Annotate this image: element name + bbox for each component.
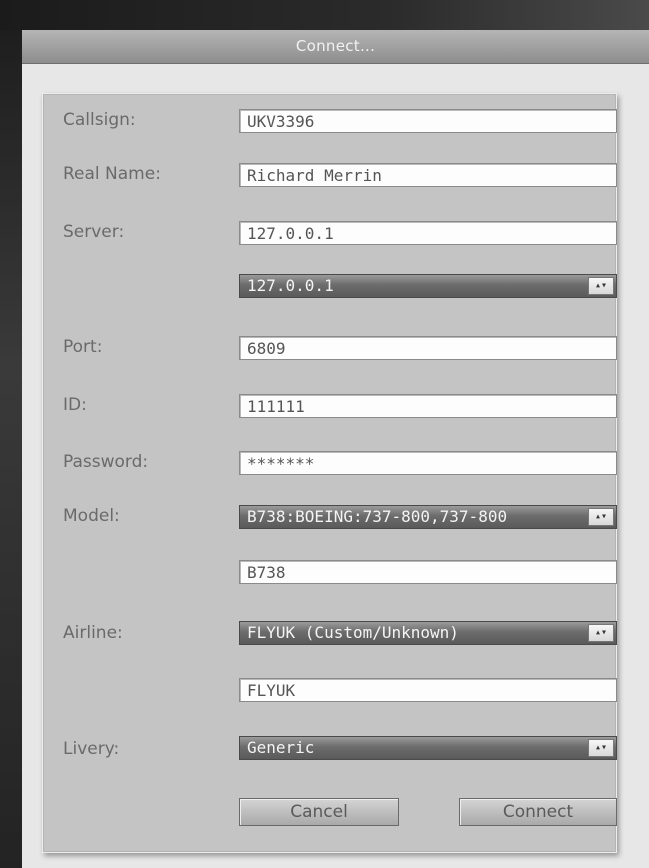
connect-form: Callsign: UKV3396 Real Name: Richard Mer…: [42, 93, 617, 853]
livery-label: Livery:: [63, 739, 120, 759]
password-label: Password:: [63, 452, 149, 472]
updown-arrow-icon[interactable]: ▴▾: [588, 508, 614, 526]
callsign-label: Callsign:: [63, 110, 136, 130]
model-code-field[interactable]: B738: [239, 560, 617, 584]
updown-arrow-icon[interactable]: ▴▾: [588, 739, 614, 757]
real-name-field[interactable]: Richard Merrin: [239, 163, 617, 187]
model-select-value: B738:BOEING:737-800,737-800: [247, 507, 508, 526]
background-left: [0, 30, 22, 868]
real-name-label: Real Name:: [63, 164, 161, 184]
airline-code-field[interactable]: FLYUK: [239, 678, 617, 702]
airline-label: Airline:: [63, 623, 123, 643]
livery-select[interactable]: Generic ▴▾: [239, 736, 617, 760]
id-field[interactable]: 111111: [239, 394, 617, 418]
callsign-field[interactable]: UKV3396: [239, 109, 617, 133]
model-select[interactable]: B738:BOEING:737-800,737-800 ▴▾: [239, 505, 617, 529]
background-top: [0, 0, 649, 30]
server-select-value: 127.0.0.1: [247, 276, 334, 295]
airline-select[interactable]: FLYUK (Custom/Unknown) ▴▾: [239, 621, 617, 645]
connect-button[interactable]: Connect: [459, 798, 617, 826]
server-select[interactable]: 127.0.0.1 ▴▾: [239, 274, 617, 298]
livery-select-value: Generic: [247, 738, 315, 757]
port-label: Port:: [63, 337, 103, 357]
cancel-button[interactable]: Cancel: [239, 798, 399, 826]
server-label: Server:: [63, 222, 125, 242]
id-label: ID:: [63, 395, 87, 415]
connect-window: Connect... Callsign: UKV3396 Real Name: …: [22, 30, 649, 868]
server-field[interactable]: 127.0.0.1: [239, 221, 617, 245]
airline-select-value: FLYUK (Custom/Unknown): [247, 623, 459, 642]
updown-arrow-icon[interactable]: ▴▾: [588, 277, 614, 295]
password-field[interactable]: *******: [239, 451, 617, 475]
updown-arrow-icon[interactable]: ▴▾: [588, 624, 614, 642]
window-title: Connect...: [22, 30, 649, 64]
port-field[interactable]: 6809: [239, 336, 617, 360]
model-label: Model:: [63, 506, 120, 526]
